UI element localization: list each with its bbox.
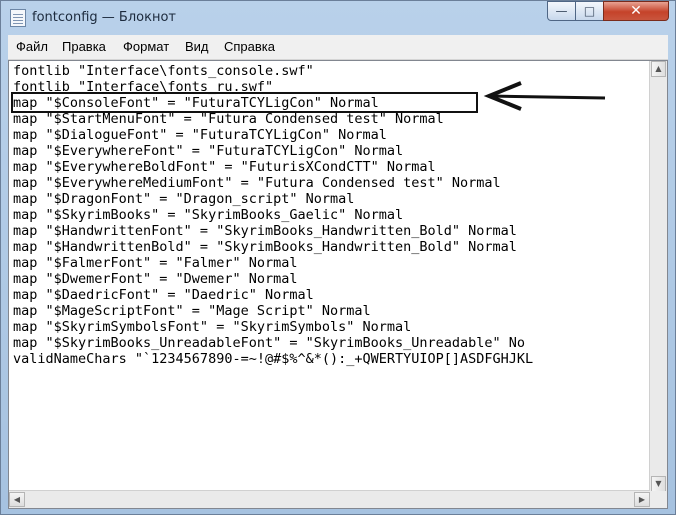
text-editor[interactable]: fontlib "Interface\fonts_console.swf" fo… — [8, 60, 668, 509]
menu-view[interactable]: Вид — [185, 39, 209, 54]
text-content[interactable]: fontlib "Interface\fonts_console.swf" fo… — [13, 63, 638, 483]
text-line: map "$HandwrittenBold" = "SkyrimBooks_Ha… — [13, 239, 517, 255]
text-line: map "$DwemerFont" = "Dwemer" Normal — [13, 271, 298, 287]
horizontal-scrollbar[interactable]: ◀ ▶ — [9, 490, 650, 508]
text-line: map "$HandwrittenFont" = "SkyrimBooks_Ha… — [13, 223, 517, 239]
menu-bar: Файл Правка Формат Вид Справка — [8, 35, 668, 60]
notepad-icon — [10, 9, 26, 27]
scroll-right-icon[interactable]: ▶ — [634, 492, 650, 507]
text-line: map "$DialogueFont" = "FuturaTCYLigCon" … — [13, 127, 387, 143]
notepad-window: fontconfig — Блокнот — □ ✕ Файл Правка Ф… — [0, 0, 676, 515]
text-line: map "$EverywhereBoldFont" = "FuturisXCon… — [13, 159, 436, 175]
menu-help[interactable]: Справка — [224, 39, 275, 54]
text-line: map "$DragonFont" = "Dragon_script" Norm… — [13, 191, 355, 207]
scroll-down-icon[interactable]: ▼ — [651, 476, 666, 492]
minimize-icon: — — [555, 4, 568, 18]
scroll-up-icon[interactable]: ▲ — [651, 61, 666, 77]
title-bar[interactable]: fontconfig — Блокнот — □ ✕ — [1, 1, 675, 35]
text-line: map "$EverywhereMediumFont" = "Futura Co… — [13, 175, 501, 191]
maximize-icon: □ — [583, 4, 596, 18]
scroll-left-icon[interactable]: ◀ — [9, 492, 25, 507]
text-line: fontlib "Interface\fonts_console.swf" — [13, 63, 314, 79]
text-line: map "$StartMenuFont" = "Futura Condensed… — [13, 111, 444, 127]
menu-edit[interactable]: Правка — [62, 39, 106, 54]
vertical-scrollbar[interactable]: ▲ ▼ — [649, 61, 667, 492]
close-button[interactable]: ✕ — [603, 1, 669, 21]
resize-grip-icon[interactable] — [650, 491, 667, 508]
text-line: map "$DaedricFont" = "Daedric" Normal — [13, 287, 314, 303]
text-line: map "$SkyrimBooks_UnreadableFont" = "Sky… — [13, 335, 526, 351]
text-line: map "$SkyrimSymbolsFont" = "SkyrimSymbol… — [13, 319, 412, 335]
text-line: map "$EverywhereFont" = "FuturaTCYLigCon… — [13, 143, 404, 159]
minimize-button[interactable]: — — [547, 1, 576, 21]
text-line: validNameChars "`1234567890-=~!@#$%^&*()… — [13, 351, 534, 367]
text-line: map "$SkyrimBooks" = "SkyrimBooks_Gaelic… — [13, 207, 404, 223]
text-line: map "$MageScriptFont" = "Mage Script" No… — [13, 303, 371, 319]
menu-file[interactable]: Файл — [16, 39, 48, 54]
window-title: fontconfig — Блокнот — [32, 10, 176, 25]
annotation-arrow-icon — [483, 81, 606, 111]
maximize-button[interactable]: □ — [575, 1, 604, 21]
menu-format[interactable]: Формат — [123, 39, 169, 54]
close-icon: ✕ — [630, 3, 642, 19]
text-line: map "$FalmerFont" = "Falmer" Normal — [13, 255, 298, 271]
